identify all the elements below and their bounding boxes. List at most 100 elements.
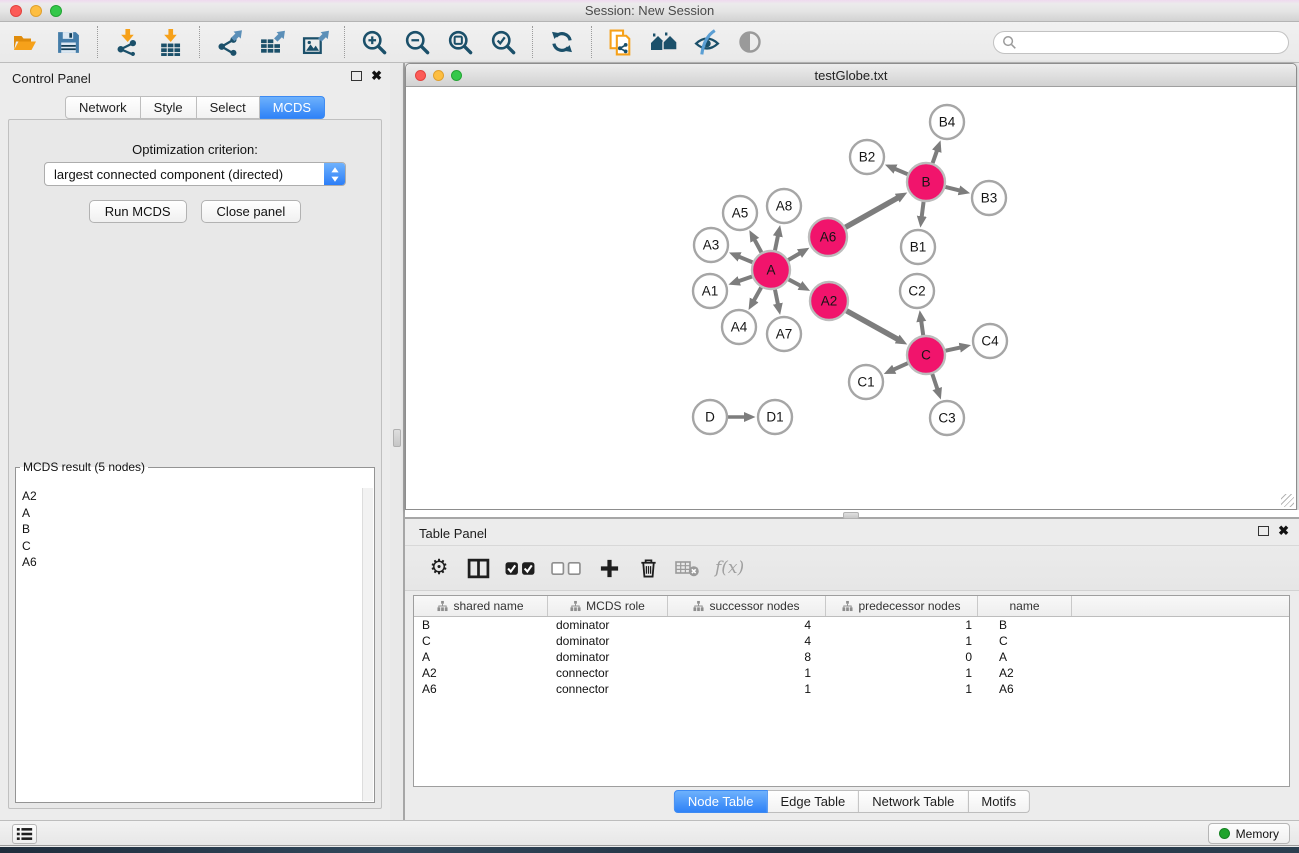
mcds-result-item[interactable]: A6 — [17, 554, 361, 571]
close-panel-icon[interactable]: ✖ — [371, 71, 382, 81]
graph-node-A3[interactable]: A3 — [694, 228, 728, 262]
graph-node-C[interactable]: C — [907, 336, 945, 374]
graph-edge-A-A4[interactable] — [754, 287, 762, 300]
graph-edge-B-B1[interactable] — [922, 202, 924, 217]
graph-edge-A-A8[interactable] — [775, 235, 778, 250]
graph-node-A1[interactable]: A1 — [693, 274, 727, 308]
graph-node-C2[interactable]: C2 — [900, 274, 934, 308]
column-header-successor-nodes[interactable]: successor nodes — [668, 596, 826, 616]
tab-style[interactable]: Style — [141, 96, 197, 119]
window-resize-grip[interactable] — [1281, 494, 1294, 507]
search-input[interactable] — [1017, 35, 1280, 49]
select-all-columns-button[interactable] — [505, 553, 536, 583]
table-row[interactable]: Adominator80A — [414, 649, 1289, 665]
open-session-button[interactable] — [8, 26, 42, 58]
graph-node-B1[interactable]: B1 — [901, 230, 935, 264]
graph-node-B3[interactable]: B3 — [972, 181, 1006, 215]
mcds-result-item[interactable]: B — [17, 521, 361, 538]
deselect-all-columns-button[interactable] — [551, 553, 582, 583]
vertical-split-divider[interactable] — [390, 63, 405, 820]
graph-node-C1[interactable]: C1 — [849, 365, 883, 399]
mcds-list-scrollbar[interactable] — [362, 488, 373, 801]
graph-node-A[interactable]: A — [752, 251, 790, 289]
add-column-button[interactable] — [597, 553, 621, 583]
column-header-name[interactable]: name — [978, 596, 1072, 616]
graph-node-A4[interactable]: A4 — [722, 310, 756, 344]
graph-edge-C-C3[interactable] — [932, 374, 937, 390]
graph-node-B4[interactable]: B4 — [930, 105, 964, 139]
table-row[interactable]: A2connector11A2 — [414, 665, 1289, 681]
tab-network-table[interactable]: Network Table — [859, 790, 968, 813]
export-image-button[interactable] — [298, 26, 332, 58]
delete-column-button[interactable] — [636, 553, 660, 583]
graph-edge-B-B2[interactable] — [895, 169, 908, 174]
graph-edge-A2-C[interactable] — [846, 311, 898, 340]
graph-node-C4[interactable]: C4 — [973, 324, 1007, 358]
vertical-split-handle[interactable] — [393, 429, 401, 447]
import-table-button[interactable] — [153, 26, 187, 58]
graph-node-B[interactable]: B — [907, 163, 945, 201]
task-history-button[interactable] — [12, 824, 37, 844]
graph-edge-A-A1[interactable] — [738, 277, 752, 282]
home-networks-button[interactable] — [647, 26, 681, 58]
graph-edge-A-A7[interactable] — [775, 290, 778, 305]
split-columns-button[interactable] — [466, 553, 490, 583]
graph-node-D[interactable]: D — [693, 400, 727, 434]
memory-status-button[interactable]: Memory — [1208, 823, 1290, 844]
graph-node-D1[interactable]: D1 — [758, 400, 792, 434]
refresh-layout-button[interactable] — [545, 26, 579, 58]
tab-node-table[interactable]: Node Table — [674, 790, 768, 813]
zoom-fit-button[interactable] — [443, 26, 477, 58]
graph-edge-A-A2[interactable] — [789, 279, 801, 285]
column-header-MCDS-role[interactable]: MCDS role — [548, 596, 668, 616]
zoom-in-button[interactable] — [357, 26, 391, 58]
close-panel-icon[interactable]: ✖ — [1278, 526, 1289, 536]
column-header-predecessor-nodes[interactable]: predecessor nodes — [826, 596, 978, 616]
search-field[interactable] — [993, 31, 1289, 54]
graph-edge-A-A3[interactable] — [739, 257, 753, 263]
duplicate-network-button[interactable] — [604, 26, 638, 58]
optimization-criterion-select[interactable]: largest connected component (directed) — [44, 162, 346, 186]
graph-node-C3[interactable]: C3 — [930, 401, 964, 435]
mcds-result-item[interactable]: A2 — [17, 488, 361, 505]
graph-node-A2[interactable]: A2 — [810, 282, 848, 320]
table-row[interactable]: Cdominator41C — [414, 633, 1289, 649]
tab-edge-table[interactable]: Edge Table — [767, 790, 859, 813]
table-row[interactable]: Bdominator41B — [414, 617, 1289, 633]
graph-edge-C-C4[interactable] — [946, 347, 961, 350]
graph-edge-B-B3[interactable] — [945, 187, 960, 191]
hide-selected-button[interactable] — [690, 26, 724, 58]
network-window-titlebar[interactable]: testGlobe.txt — [406, 64, 1296, 87]
graph-edge-C-C2[interactable] — [921, 321, 923, 335]
graph-edge-A6-B[interactable] — [845, 198, 898, 228]
graph-node-A6[interactable]: A6 — [809, 218, 847, 256]
graph-edge-C-C1[interactable] — [893, 363, 907, 369]
table-row[interactable]: A6connector11A6 — [414, 681, 1289, 697]
tab-motifs[interactable]: Motifs — [968, 790, 1030, 813]
mcds-result-item[interactable]: C — [17, 538, 361, 555]
tab-network[interactable]: Network — [65, 96, 141, 119]
float-panel-icon[interactable] — [1258, 526, 1269, 536]
export-table-button[interactable] — [255, 26, 289, 58]
graph-edge-B-B4[interactable] — [933, 150, 937, 163]
graph-node-A5[interactable]: A5 — [723, 196, 757, 230]
column-header-shared-name[interactable]: shared name — [414, 596, 548, 616]
export-network-button[interactable] — [212, 26, 246, 58]
tab-mcds[interactable]: MCDS — [260, 96, 325, 119]
horizontal-split-handle[interactable] — [843, 512, 859, 519]
close-panel-button[interactable]: Close panel — [201, 200, 302, 223]
network-canvas[interactable]: B4B2BB3A8A5A6A3B1AA1C2A2A4A7C4CC1C3DD1 — [406, 87, 1296, 509]
tab-select[interactable]: Select — [197, 96, 260, 119]
graph-edge-A-A6[interactable] — [788, 253, 800, 260]
zoom-selected-button[interactable] — [486, 26, 520, 58]
mcds-result-item[interactable]: A — [17, 505, 361, 522]
import-network-button[interactable] — [110, 26, 144, 58]
zoom-out-button[interactable] — [400, 26, 434, 58]
graph-node-A7[interactable]: A7 — [767, 317, 801, 351]
graph-edge-A-A5[interactable] — [754, 239, 761, 252]
horizontal-split-divider[interactable] — [405, 510, 1299, 519]
save-session-button[interactable] — [51, 26, 85, 58]
graph-node-B2[interactable]: B2 — [850, 140, 884, 174]
show-hidden-button[interactable] — [733, 26, 767, 58]
table-settings-button[interactable]: ⚙ — [427, 553, 451, 583]
